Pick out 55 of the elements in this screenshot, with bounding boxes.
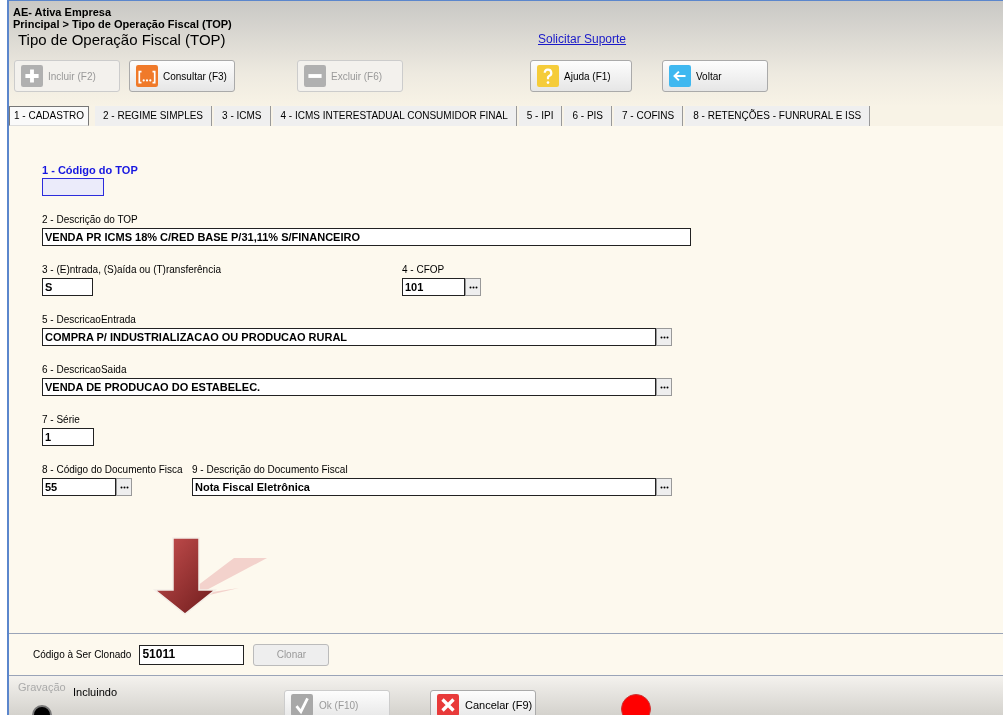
toolbar-button[interactable]: Ajuda (F1) (530, 60, 632, 92)
tab[interactable]: 7 - COFINS (614, 106, 684, 126)
field-label: 9 - Descrição do Documento Fiscal (192, 463, 348, 477)
field-label: 1 - Código do TOP (42, 163, 138, 177)
input-field[interactable]: S (42, 278, 93, 296)
field-label: 5 - DescricaoEntrada (42, 313, 136, 327)
tab[interactable]: 2 - REGIME SIMPLES (95, 106, 213, 126)
input-field[interactable] (42, 178, 104, 196)
footer-button[interactable]: Cancelar (F9) (430, 690, 536, 715)
tab[interactable]: 6 - PIS (564, 106, 612, 126)
status-light (621, 694, 651, 715)
check-icon (291, 694, 313, 715)
status-mode: Incluindo (73, 686, 118, 698)
tab[interactable]: 4 - ICMS INTERESTADUAL CONSUMIDOR FINAL (272, 106, 517, 126)
ellipsis-icon (659, 335, 669, 339)
lookup-button[interactable] (465, 278, 481, 296)
breadcrumb: Principal > Tipo de Operação Fiscal (TOP) (13, 18, 233, 30)
input-field[interactable]: COMPRA P/ INDUSTRIALIZACAO OU PRODUCAO RURAL (42, 328, 656, 346)
input-field[interactable]: Nota Fiscal Eletrônica (192, 478, 656, 496)
ellipsis-icon (468, 285, 478, 289)
clone-label: Código à Ser Clonado (33, 649, 132, 660)
lookup-button[interactable] (656, 328, 672, 346)
tab[interactable]: 8 - RETENÇÕES - FUNRURAL E ISS (685, 106, 871, 126)
ellipsis-icon (136, 65, 158, 87)
lookup-button[interactable] (656, 478, 672, 496)
support-link[interactable]: Solicitar Suporte (538, 32, 627, 46)
help-icon (537, 65, 559, 87)
field-label: 6 - DescricaoSaida (42, 363, 127, 377)
lookup-button[interactable] (116, 478, 132, 496)
input-field[interactable]: 101 (402, 278, 465, 296)
tab[interactable]: 1 - CADASTRO (9, 106, 89, 126)
plus-icon (21, 65, 43, 87)
status-caption: Gravação (18, 681, 66, 693)
input-field[interactable]: VENDA DE PRODUCAO DO ESTABELEC. (42, 378, 656, 396)
field-label: 2 - Descrição do TOP (42, 213, 138, 227)
tab[interactable]: 5 - IPI (518, 106, 563, 126)
ellipsis-icon (659, 385, 669, 389)
input-field[interactable]: VENDA PR ICMS 18% C/RED BASE P/31,11% S/FINANCEIRO (42, 228, 691, 246)
input-field[interactable]: 55 (42, 478, 116, 496)
field-label: 3 - (E)ntrada, (S)aída ou (T)ransferência (42, 263, 221, 277)
toolbar-button[interactable]: Consultar (F3) (129, 60, 235, 92)
field-label: 8 - Código do Documento Fisca (42, 463, 183, 477)
toolbar-button[interactable]: Voltar (662, 60, 768, 92)
field-label: 7 - Série (42, 413, 80, 427)
ellipsis-icon (119, 485, 129, 489)
lookup-button[interactable] (656, 378, 672, 396)
company-name: AE- Ativa Empresa (13, 6, 113, 18)
tab[interactable]: 3 - ICMS (214, 106, 271, 126)
input-field[interactable]: 1 (42, 428, 94, 446)
window-title: Tipo de Operação Fiscal (TOP) (18, 30, 227, 48)
field-label: 4 - CFOP (402, 263, 445, 277)
minus-icon (304, 65, 326, 87)
close-icon (437, 694, 459, 715)
ellipsis-icon (659, 485, 669, 489)
input-field[interactable]: 51011 (139, 644, 245, 665)
